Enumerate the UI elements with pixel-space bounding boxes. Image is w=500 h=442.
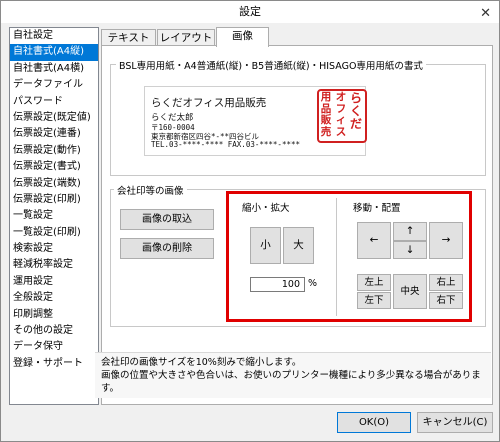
sidebar-item[interactable]: 自社書式(A4縦) bbox=[10, 44, 98, 61]
title-bar: 設定 ✕ bbox=[1, 1, 499, 23]
help-message: 会社印の画像サイズを10%刻みで縮小します。 画像の位置や大きさや色合いは、お使… bbox=[95, 352, 491, 398]
scale-title: 縮小・拡大 bbox=[242, 203, 290, 214]
sidebar-item[interactable]: 自社書式(A4横) bbox=[10, 61, 98, 77]
help-line-2: 画像の位置や大きさや色合いは、お使いのプリンター機種により多少異なる場合がありま… bbox=[101, 370, 481, 394]
align-center-button[interactable]: 中央 bbox=[393, 274, 427, 309]
sidebar-item[interactable]: 自社設定 bbox=[10, 28, 98, 44]
company-seal-stamp: らくだ オフィス 用品販売 bbox=[317, 89, 367, 143]
tab-text[interactable]: テキスト bbox=[101, 29, 156, 46]
enlarge-button[interactable]: 大 bbox=[283, 227, 314, 264]
seal-group-title: 会社印等の画像 bbox=[114, 183, 187, 197]
controls-separator bbox=[336, 198, 337, 316]
move-left-button[interactable]: ← bbox=[357, 222, 391, 259]
sidebar-item[interactable]: 伝票設定(連番) bbox=[10, 126, 98, 142]
tab-image[interactable]: 画像 bbox=[216, 27, 269, 47]
ok-button[interactable]: OK(O) bbox=[337, 412, 411, 433]
window-title: 設定 bbox=[239, 5, 261, 18]
move-title: 移動・配置 bbox=[353, 203, 401, 214]
align-top-right-button[interactable]: 右上 bbox=[429, 274, 463, 291]
sidebar-item[interactable]: 軽減税率設定 bbox=[10, 257, 98, 273]
scale-percent-input[interactable]: 100 bbox=[250, 277, 305, 292]
image-tab-panel: BSL専用用紙・A4普通紙(縦)・B5普通紙(縦)・HISAGO専用用紙の書式 … bbox=[101, 45, 493, 405]
settings-dialog: 設定 ✕ 自社設定 自社書式(A4縦) 自社書式(A4横) データファイル パスワード伝… bbox=[0, 0, 500, 442]
sidebar-item[interactable]: 登録・サポート bbox=[10, 356, 98, 372]
preview-tel-fax: TEL.03-****-**** FAX.03-****-**** bbox=[151, 140, 301, 149]
sidebar-item[interactable]: パスワード bbox=[10, 94, 98, 110]
percent-unit: % bbox=[308, 278, 318, 289]
import-image-button[interactable]: 画像の取込 bbox=[120, 209, 214, 230]
move-down-button[interactable]: ↓ bbox=[393, 241, 427, 259]
sidebar-item[interactable]: 一覧設定 bbox=[10, 208, 98, 224]
stamp-line-1: らくだ bbox=[349, 91, 362, 131]
tab-layout[interactable]: レイアウト bbox=[157, 29, 215, 46]
sidebar-item[interactable]: 伝票設定(印刷) bbox=[10, 192, 98, 208]
close-icon[interactable]: ✕ bbox=[480, 3, 491, 25]
format-group-title: BSL専用用紙・A4普通紙(縦)・B5普通紙(縦)・HISAGO専用用紙の書式 bbox=[116, 58, 426, 72]
sidebar-item[interactable]: 印刷調整 bbox=[10, 307, 98, 323]
sidebar-item[interactable]: 伝票設定(動作) bbox=[10, 143, 98, 159]
sidebar-item[interactable]: 運用設定 bbox=[10, 274, 98, 290]
business-card-preview: らくだオフィス用品販売 らくだ太郎 〒160-0004 東京都新宿区四谷*-**… bbox=[144, 86, 367, 156]
move-up-button[interactable]: ↑ bbox=[393, 222, 427, 241]
shrink-button[interactable]: 小 bbox=[250, 227, 281, 264]
sidebar-item[interactable]: 検索設定 bbox=[10, 241, 98, 257]
sidebar-item[interactable]: その他の設定 bbox=[10, 323, 98, 339]
align-top-left-button[interactable]: 左上 bbox=[357, 274, 391, 291]
align-bottom-right-button[interactable]: 右下 bbox=[429, 292, 463, 309]
move-right-button[interactable]: → bbox=[429, 222, 463, 259]
sidebar-item[interactable]: 伝票設定(端数) bbox=[10, 176, 98, 192]
sidebar-item[interactable]: 伝票設定(書式) bbox=[10, 159, 98, 175]
sidebar-item[interactable]: 一覧設定(印刷) bbox=[10, 225, 98, 241]
preview-company: らくだオフィス用品販売 bbox=[151, 97, 267, 109]
delete-image-button[interactable]: 画像の削除 bbox=[120, 238, 214, 259]
stamp-line-2: オフィス bbox=[335, 91, 347, 138]
stamp-line-3: 用品販売 bbox=[320, 91, 332, 138]
sidebar-item[interactable]: データファイル bbox=[10, 77, 98, 93]
sidebar-item[interactable]: データ保守 bbox=[10, 339, 98, 355]
settings-category-list[interactable]: 自社設定 自社書式(A4縦) 自社書式(A4横) データファイル パスワード 伝票設定(既… bbox=[9, 27, 99, 405]
cancel-button[interactable]: キャンセル(C) bbox=[417, 412, 493, 433]
help-line-1: 会社印の画像サイズを10%刻みで縮小します。 bbox=[101, 357, 302, 368]
align-bottom-left-button[interactable]: 左下 bbox=[357, 292, 391, 309]
sidebar-item[interactable]: 伝票設定(既定値) bbox=[10, 110, 98, 126]
sidebar-item[interactable]: 全般設定 bbox=[10, 290, 98, 306]
